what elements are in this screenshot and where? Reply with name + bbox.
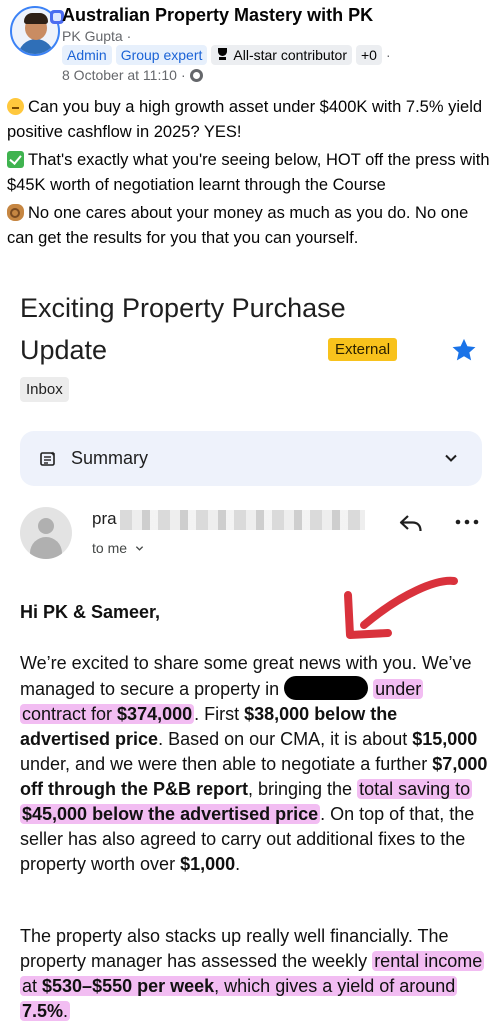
timestamp-separator: · (180, 67, 186, 83)
group-avatar[interactable] (10, 6, 64, 56)
sender-name[interactable]: pra (92, 509, 117, 529)
recipient-line[interactable]: to me (92, 540, 144, 556)
post-paragraph-3: No one cares about your money as much as… (7, 204, 469, 247)
thinking-face-icon (7, 98, 24, 115)
ok-hand-icon (7, 204, 24, 221)
badge-separator: · (385, 47, 391, 63)
timestamp-line: 8 October at 11:10 · (62, 67, 203, 83)
post-timestamp[interactable]: 8 October at 11:10 (62, 67, 177, 83)
group-name[interactable]: Australian Property Mastery with PK (62, 5, 373, 26)
redacted-location (284, 676, 369, 700)
author-separator: · (126, 28, 132, 44)
author-line: PK Gupta · (62, 28, 131, 44)
email-subject: Exciting Property Purchase Update (20, 293, 346, 365)
summary-bar[interactable]: Summary (20, 431, 482, 486)
trophy-icon (216, 48, 229, 62)
email-paragraph-1: We’re excited to share some great news w… (20, 653, 488, 874)
post-text: Can you buy a high growth asset under $4… (7, 95, 497, 254)
summary-label: Summary (71, 448, 149, 468)
more-badges[interactable]: +0 (356, 45, 382, 65)
sender-avatar[interactable] (20, 507, 72, 559)
admin-badge[interactable]: Admin (62, 45, 112, 65)
star-icon[interactable] (450, 336, 478, 364)
chevron-down-icon (135, 545, 144, 551)
post-paragraph-1: Can you buy a high growth asset under $4… (7, 98, 483, 141)
summary-icon (40, 451, 56, 466)
redacted-sender-address (120, 510, 365, 530)
author-badges: Admin Group expert All-star contributor … (62, 45, 391, 65)
more-options-icon[interactable] (455, 519, 479, 525)
email-greeting: Hi PK & Sameer, (20, 602, 161, 622)
reply-icon[interactable] (398, 512, 424, 534)
post-paragraph-2: That's exactly what you're seeing below,… (7, 151, 490, 194)
author-name[interactable]: PK Gupta (62, 28, 123, 44)
group-expert-badge[interactable]: Group expert (115, 45, 208, 65)
post-header: Australian Property Mastery with PK PK G… (0, 0, 503, 90)
all-star-badge[interactable]: All-star contributor (211, 45, 352, 65)
chevron-down-icon[interactable] (444, 451, 458, 465)
red-arrow-annotation (344, 576, 458, 639)
all-star-label: All-star contributor (233, 47, 347, 63)
audience-globe-icon[interactable] (189, 68, 203, 82)
to-me-label: to me (92, 540, 128, 556)
check-mark-icon (7, 151, 24, 168)
inbox-label-chip[interactable]: Inbox (20, 377, 69, 402)
external-label: External (328, 338, 398, 361)
email-paragraph-2: The property also stacks up really well … (20, 926, 485, 1021)
